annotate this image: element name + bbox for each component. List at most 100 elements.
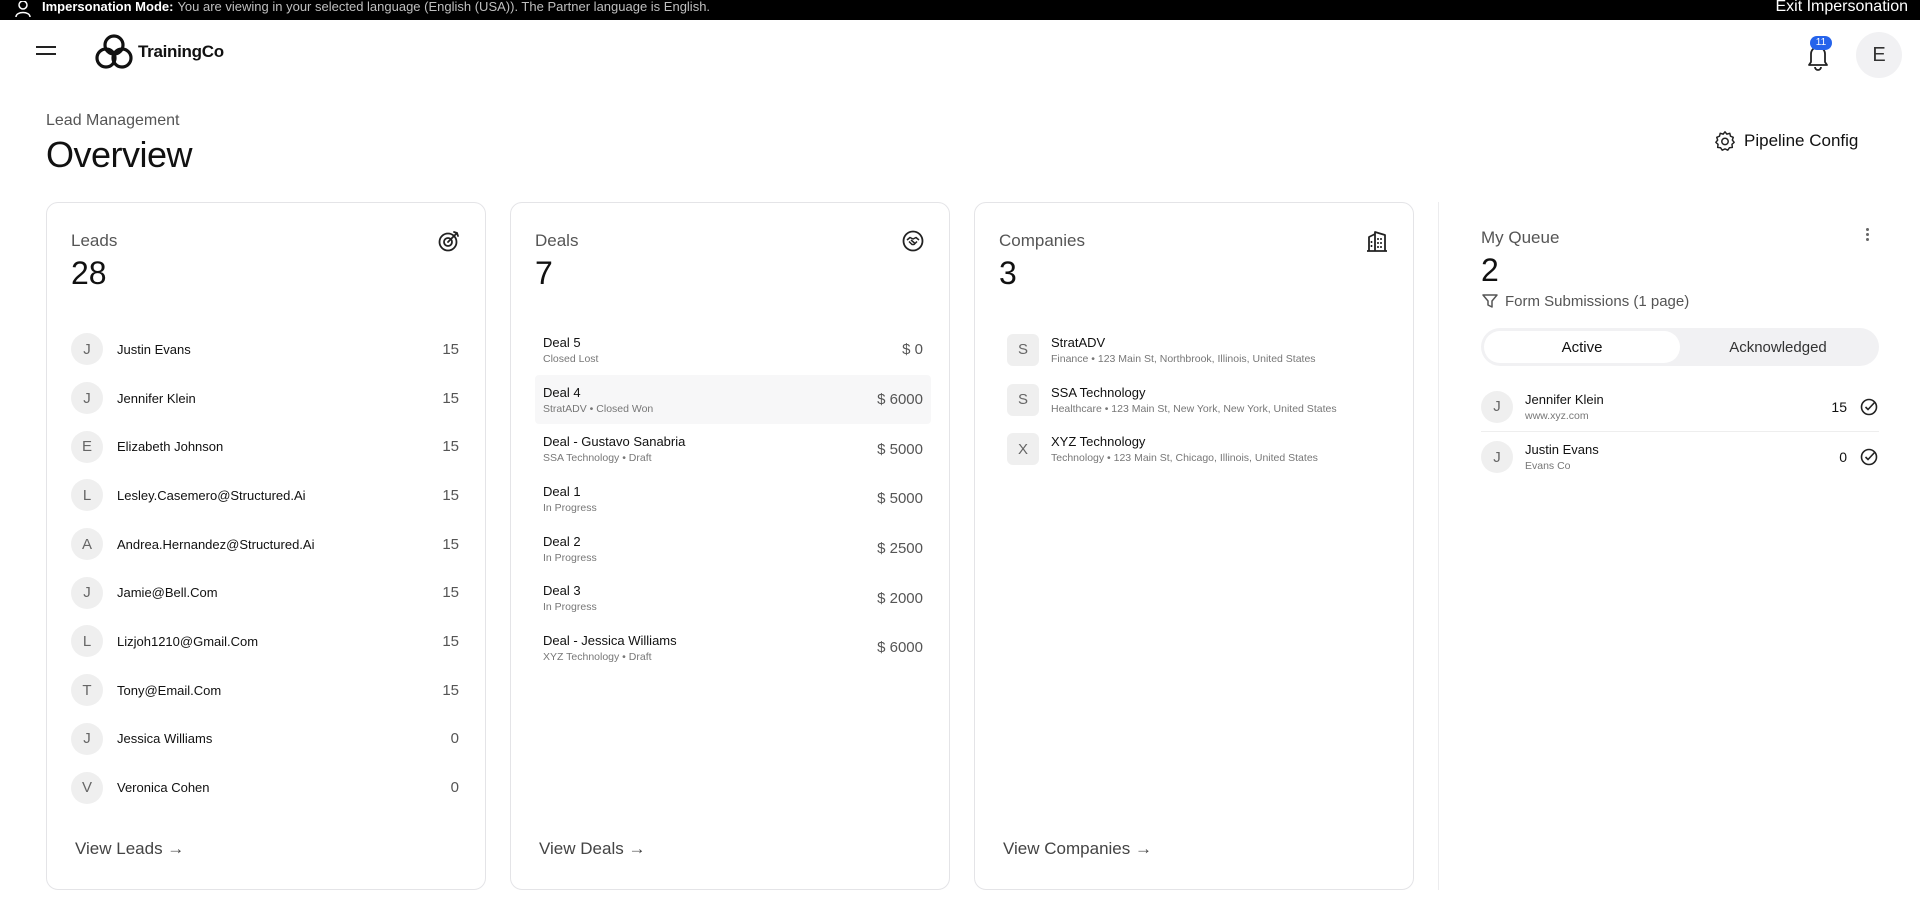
leads-title: Leads (71, 231, 118, 250)
deal-row[interactable]: Deal 2 In Progress $ 2500 (535, 524, 931, 574)
more-options-icon[interactable] (1863, 226, 1871, 246)
lead-row[interactable]: J Jessica Williams 0 (71, 715, 467, 764)
deal-status: StratADV • Closed Won (543, 402, 654, 415)
queue-filter-label: Form Submissions (1 page) (1505, 292, 1690, 310)
page-title: Overview (46, 134, 193, 175)
leads-card: Leads 28 J Justin Evans 15 J Jennifer Klein… (46, 202, 486, 890)
deal-name: Deal - Gustavo Sanabria (543, 434, 686, 450)
my-queue-panel: My Queue 2 Form Submissions (1 page) Act… (1438, 202, 1879, 890)
queue-avatar: J (1481, 441, 1513, 473)
deal-amount: $ 2000 (877, 589, 923, 607)
company-row[interactable]: S SSA Technology Healthcare • 123 Main St,… (1007, 375, 1403, 425)
gear-icon (1715, 131, 1735, 151)
lead-row[interactable]: L Lizjoh1210@Gmail.Com 15 (71, 617, 467, 666)
deal-row[interactable]: Deal 5 Closed Lost $ 0 (535, 325, 931, 375)
trainingco-logo-icon (95, 34, 133, 69)
lead-avatar: E (71, 430, 103, 463)
hamburger-menu-icon[interactable] (36, 46, 56, 60)
lead-score: 15 (442, 681, 459, 699)
deal-name: Deal 5 (543, 334, 581, 350)
lead-row[interactable]: T Tony@Email.Com 15 (71, 666, 467, 715)
view-leads-link[interactable]: View Leads → (75, 839, 184, 859)
deal-row[interactable]: Deal 1 In Progress $ 5000 (535, 474, 931, 524)
pipeline-config-button[interactable]: Pipeline Config (1714, 130, 1858, 152)
deals-list: Deal 5 Closed Lost $ 0 Deal 4 StratADV • Cl… (535, 325, 931, 673)
queue-avatar: J (1481, 390, 1513, 423)
pipeline-config-label: Pipeline Config (1744, 131, 1859, 150)
company-name: XYZ Technology (1051, 434, 1146, 450)
tab-active[interactable]: Active (1484, 331, 1680, 363)
deal-amount: $ 6000 (877, 391, 923, 409)
lead-score: 0 (450, 779, 459, 797)
queue-title: My Queue (1481, 228, 1560, 247)
lead-name: Lizjoh1210@Gmail.Com (117, 633, 259, 649)
lead-name: Lesley.Casemero@Structured.Ai (117, 487, 306, 503)
lead-name: Jennifer Klein (117, 390, 196, 406)
view-deals-link[interactable]: View Deals → (539, 839, 645, 859)
queue-tabs: Active Acknowledged (1481, 328, 1879, 366)
impersonation-label: Impersonation Mode: (42, 0, 174, 14)
lead-row[interactable]: J Jennifer Klein 15 (71, 374, 467, 423)
breadcrumb[interactable]: Lead Management (46, 112, 179, 130)
deal-amount: $ 2500 (877, 540, 923, 558)
queue-score: 0 (1839, 449, 1847, 465)
lead-avatar: L (71, 625, 103, 658)
building-icon (1365, 229, 1389, 253)
lead-score: 15 (442, 632, 459, 650)
lead-avatar: J (71, 722, 103, 755)
lead-row[interactable]: L Lesley.Casemero@Structured.Ai 15 (71, 471, 467, 520)
queue-subtitle: Evans Co (1525, 460, 1571, 472)
lead-row[interactable]: J Jamie@Bell.Com 15 (71, 568, 467, 617)
lead-row[interactable]: E Elizabeth Johnson 15 (71, 422, 467, 471)
tab-acknowledged[interactable]: Acknowledged (1680, 331, 1876, 363)
notifications-button[interactable]: 11 (1804, 36, 1832, 71)
deal-name: Deal - Jessica Williams (543, 632, 677, 648)
lead-name: Jessica Williams (117, 731, 213, 747)
queue-filter[interactable]: Form Submissions (1 page) (1481, 292, 1689, 310)
top-header: TrainingCo 11 E (0, 20, 1920, 84)
lead-avatar: T (71, 674, 103, 707)
deal-amount: $ 0 (902, 341, 923, 359)
impersonation-message: You are viewing in your selected languag… (177, 0, 711, 14)
company-row[interactable]: S StratADV Finance • 123 Main St, Northbro… (1007, 325, 1403, 375)
lead-avatar: V (71, 771, 103, 804)
view-companies-link[interactable]: View Companies → (1003, 839, 1152, 859)
lead-row[interactable]: J Justin Evans 15 (71, 325, 467, 374)
queue-count: 2 (1481, 252, 1499, 288)
queue-subtitle: www.xyz.com (1525, 409, 1589, 422)
deal-row[interactable]: Deal - Jessica Williams XYZ Technology • … (535, 623, 931, 673)
lead-avatar: J (71, 382, 103, 415)
company-row[interactable]: X XYZ Technology Technology • 123 Main St,… (1007, 424, 1403, 474)
queue-name: Justin Evans (1525, 442, 1599, 457)
company-name: SSA Technology (1051, 384, 1146, 400)
lead-score: 0 (450, 730, 459, 748)
user-avatar[interactable]: E (1856, 32, 1902, 78)
deal-name: Deal 1 (543, 483, 581, 499)
deal-status: SSA Technology • Draft (543, 452, 652, 465)
deal-row[interactable]: Deal 3 In Progress $ 2000 (535, 573, 931, 623)
lead-name: Tony@Email.Com (117, 682, 222, 698)
lead-score: 15 (442, 389, 459, 407)
queue-row[interactable]: J Justin Evans Evans Co 0 (1481, 432, 1879, 482)
company-avatar: S (1007, 383, 1039, 416)
lead-score: 15 (442, 584, 459, 602)
lead-score: 15 (442, 486, 459, 504)
lead-avatar: L (71, 479, 103, 512)
exit-impersonation-button[interactable]: Exit Impersonation (1775, 0, 1908, 16)
leads-count: 28 (71, 255, 107, 291)
queue-name: Jennifer Klein (1525, 391, 1604, 407)
queue-row[interactable]: J Jennifer Klein www.xyz.com 15 (1481, 382, 1879, 432)
lead-row[interactable]: A Andrea.Hernandez@Structured.Ai 15 (71, 520, 467, 569)
lead-avatar: J (71, 576, 103, 609)
deal-row[interactable]: Deal 4 StratADV • Closed Won $ 6000 (535, 374, 931, 425)
lead-name: Elizabeth Johnson (117, 439, 224, 455)
brand-logo[interactable]: TrainingCo (94, 32, 224, 72)
acknowledge-check-icon[interactable] (1859, 447, 1879, 467)
lead-row[interactable]: V Veronica Cohen 0 (71, 763, 467, 812)
deal-row[interactable]: Deal - Gustavo Sanabria SSA Technology • … (535, 424, 931, 474)
lead-name: Justin Evans (117, 341, 191, 357)
acknowledge-check-icon[interactable] (1859, 397, 1879, 417)
companies-count: 3 (999, 255, 1017, 291)
companies-title: Companies (999, 231, 1085, 250)
lead-avatar: J (71, 333, 103, 366)
